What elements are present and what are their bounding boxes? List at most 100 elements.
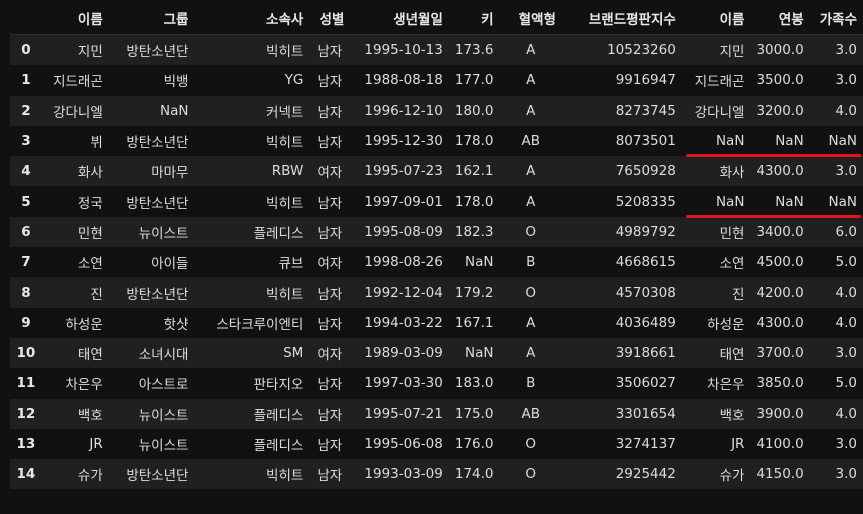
table-cell: AB (521, 133, 540, 150)
table-cell: 빅히트 (266, 286, 304, 303)
table-cell: 175.0 (454, 405, 494, 422)
table-cell: 3506027 (615, 375, 676, 392)
table-cell: 4150.0 (756, 466, 804, 483)
table-cell: 1994-03-22 (364, 314, 443, 331)
table-cell: 3301654 (615, 405, 676, 422)
table-cell: 마마무 (151, 165, 189, 182)
table-cell: 3.0 (835, 42, 857, 59)
table-cell: 4.0 (835, 284, 857, 301)
table-cell: NaN (775, 133, 804, 150)
table-row: 2 강다니엘 NaN 커넥트 남자 1996-12-10 180.0 A 8273745 강다니엘… (10, 95, 863, 126)
table-cell: 3850.0 (756, 375, 804, 392)
table-cell: A (526, 314, 536, 331)
table-row: 3 뷔 방탄소년단 빅히트 남자 1995-12-30 178.0 AB 8073501 NaN N… (10, 125, 863, 157)
table-cell: 4300.0 (756, 163, 804, 180)
column-header-gender-col: 성별 (309, 2, 351, 35)
table-cell: O (525, 284, 537, 301)
row-index: 0 (21, 42, 31, 59)
table-cell: 4570308 (615, 284, 676, 301)
table-cell: A (526, 345, 536, 362)
table-cell: 남자 (317, 225, 343, 242)
table-cell: 빅뱅 (163, 74, 189, 91)
table-cell: 1989-03-09 (364, 345, 443, 362)
column-header-index-col (10, 2, 42, 35)
table-cell: 4100.0 (756, 436, 804, 452)
table-cell: 커넥트 (266, 104, 304, 121)
table-cell: 4300.0 (756, 314, 804, 331)
table-cell: B (526, 375, 536, 392)
table-cell: 4989792 (615, 223, 676, 240)
table-cell: 3.0 (835, 163, 857, 180)
table-cell: 여자 (317, 165, 343, 182)
table-cell: 167.1 (454, 314, 494, 331)
table-cell: 태연 (719, 347, 745, 364)
table-cell: 1995-12-30 (364, 133, 443, 150)
table-cell: 3700.0 (756, 345, 804, 362)
table-cell: A (526, 72, 536, 89)
row-index: 6 (21, 223, 31, 240)
table-cell: 180.0 (454, 102, 494, 119)
table-cell: NaN (715, 133, 745, 150)
table-cell: 지민 (77, 44, 103, 61)
table-cell: 민현 (77, 225, 103, 242)
table-cell: 182.3 (454, 223, 494, 240)
table-cell: 슈가 (719, 468, 745, 485)
table-cell: 3000.0 (756, 42, 804, 59)
table-cell: 3.0 (835, 345, 857, 362)
table-cell: 진 (732, 286, 745, 303)
column-header-birthdate-col: 생년월일 (350, 2, 449, 35)
table-cell: O (525, 436, 537, 452)
table-cell: 8073501 (615, 133, 676, 150)
table-cell: 남자 (317, 407, 343, 424)
table-cell: NaN (465, 345, 494, 362)
table-cell: A (526, 102, 536, 119)
table-cell: 방탄소년단 (126, 286, 189, 303)
row-index: 4 (21, 163, 31, 180)
table-cell: 3.0 (835, 72, 857, 89)
table-row: 7 소연 아이들 큐브 여자 1998-08-26 NaN B 4668615 소연 4500.0 5… (10, 247, 863, 278)
table-cell: NaN (828, 133, 857, 150)
table-cell: 1992-12-04 (364, 284, 443, 301)
table-cell: 하성운 (65, 316, 103, 333)
table-body: 0 지민 방탄소년단 빅히트 남자 1995-10-13 173.6 A 10523260 지민 3… (10, 34, 863, 490)
table-cell: 소연 (719, 256, 745, 273)
table-row: 14 슈가 방탄소년단 빅히트 남자 1993-03-09 174.0 O 2925442 슈가 4… (10, 459, 863, 490)
table-cell: 뉴이스트 (138, 225, 189, 242)
table-cell: 남자 (317, 377, 343, 394)
red-underline-mark (685, 214, 861, 218)
column-header-blood-type-col: 혈액형 (499, 2, 562, 35)
row-index: 11 (16, 375, 36, 392)
table-cell: 빅히트 (266, 135, 304, 152)
table-cell: 1995-08-09 (364, 223, 443, 240)
table-cell: 남자 (317, 135, 343, 152)
table-cell: 진 (90, 286, 103, 303)
column-header-agency-col: 소속사 (194, 2, 310, 35)
table-cell: 남자 (317, 74, 343, 91)
table-cell: NaN (159, 102, 189, 119)
table-cell: NaN (715, 193, 745, 210)
table-cell: 강다니엘 (694, 104, 745, 121)
row-index: 2 (21, 102, 31, 119)
table-cell: 플레디스 (253, 407, 304, 424)
table-cell: 여자 (317, 347, 343, 364)
table-row: 4 화사 마마무 RBW 여자 1995-07-23 162.1 A 7650928 화사 4300… (10, 156, 863, 187)
table-cell: 7650928 (615, 163, 676, 180)
table-cell: JR (89, 436, 103, 452)
table-cell: NaN (828, 193, 857, 210)
table-cell: NaN (775, 193, 804, 210)
table-cell: 뉴이스트 (138, 407, 189, 424)
table-cell: 6.0 (835, 223, 857, 240)
table-cell: 178.0 (454, 133, 494, 150)
table-cell: 5.0 (835, 254, 857, 271)
table-cell: 소연 (77, 256, 103, 273)
table-row: 1 지드래곤 빅뱅 YG 남자 1988-08-18 177.0 A 9916947 지드래곤 35… (10, 65, 863, 96)
table-cell: 4500.0 (756, 254, 804, 271)
row-index: 3 (21, 133, 31, 150)
table-cell: 9916947 (615, 72, 676, 89)
table-cell: 남자 (317, 438, 343, 454)
table-cell: 1997-09-01 (364, 193, 443, 210)
table-cell: 방탄소년단 (126, 44, 189, 61)
table-cell: YG (284, 72, 304, 89)
table-cell: 플레디스 (253, 225, 304, 242)
table-cell: 플레디스 (253, 438, 304, 454)
